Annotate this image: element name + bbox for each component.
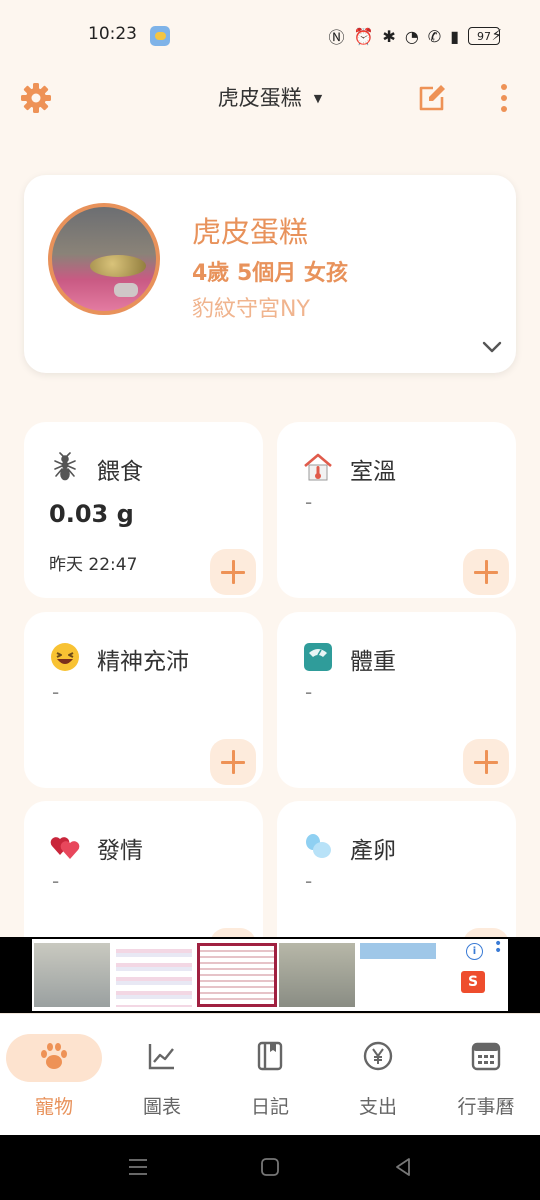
pet-selector-label: 虎皮蛋糕 bbox=[217, 86, 302, 110]
energetic-value: - bbox=[52, 680, 60, 704]
wifi-icon: ◔ bbox=[404, 26, 419, 46]
status-bar: 10:23 Ⓝ ⏰ ✱ ◔ ✆ ▮ 97 ⚡ bbox=[0, 0, 540, 70]
edit-icon[interactable] bbox=[416, 82, 448, 114]
pet-profile-card[interactable]: 虎皮蛋糕 4歲 5個月 女孩 豹紋守宮NY bbox=[24, 175, 516, 373]
ad-image bbox=[279, 943, 355, 1007]
charging-icon: ⚡ bbox=[491, 26, 502, 44]
estrus-value: - bbox=[52, 869, 60, 893]
ad-banner[interactable]: i • • S bbox=[0, 937, 540, 1013]
pet-selector[interactable]: 虎皮蛋糕 ▼ bbox=[0, 82, 540, 112]
ad-menu-icon[interactable]: • • bbox=[494, 937, 502, 958]
paw-icon bbox=[41, 1043, 67, 1069]
thermometer-house-icon bbox=[304, 453, 332, 481]
nav-charts-label: 圖表 bbox=[142, 1096, 181, 1118]
estrus-title: 發情 bbox=[97, 838, 143, 864]
egg-laying-title: 產卵 bbox=[350, 838, 396, 864]
status-time: 10:23 bbox=[88, 24, 137, 44]
more-options-icon[interactable] bbox=[494, 82, 514, 114]
eggs-icon bbox=[306, 834, 331, 858]
nav-calendar[interactable]: 行事曆 bbox=[432, 1030, 540, 1130]
ad-image bbox=[116, 943, 192, 1007]
ad-images[interactable] bbox=[32, 939, 508, 1011]
nav-pets-label: 寵物 bbox=[34, 1096, 73, 1118]
ad-image bbox=[34, 943, 110, 1007]
home-icon[interactable] bbox=[260, 1157, 280, 1177]
system-icons: Ⓝ ⏰ ✱ ◔ ✆ ▮ 97 bbox=[328, 24, 500, 48]
ad-info-icon[interactable]: i bbox=[466, 943, 483, 960]
add-energetic-button[interactable] bbox=[210, 739, 256, 785]
nfc-icon: Ⓝ bbox=[328, 28, 345, 47]
back-icon[interactable] bbox=[393, 1157, 413, 1177]
nav-diary[interactable]: 日記 bbox=[216, 1030, 324, 1130]
system-navigation-bar bbox=[0, 1135, 540, 1200]
feeding-title: 餵食 bbox=[97, 459, 143, 485]
room-temperature-card[interactable]: 室溫 - bbox=[277, 422, 516, 598]
add-weight-button[interactable] bbox=[463, 739, 509, 785]
room-temperature-value: - bbox=[305, 490, 313, 514]
nav-diary-label: 日記 bbox=[250, 1096, 289, 1118]
pet-avatar bbox=[48, 203, 160, 315]
happy-face-icon bbox=[51, 643, 79, 671]
weight-value: - bbox=[305, 680, 313, 704]
weather-icon bbox=[150, 26, 170, 46]
nav-charts[interactable]: 圖表 bbox=[108, 1030, 216, 1130]
add-feeding-button[interactable] bbox=[210, 549, 256, 595]
ad-image bbox=[197, 943, 277, 1007]
nav-calendar-label: 行事曆 bbox=[457, 1096, 515, 1118]
room-temperature-title: 室溫 bbox=[350, 459, 396, 485]
ad-image bbox=[360, 943, 436, 1007]
nav-expenses[interactable]: 支出 bbox=[324, 1030, 432, 1130]
avatar-photo bbox=[90, 255, 146, 277]
pet-name: 虎皮蛋糕 bbox=[192, 215, 309, 249]
shop-logo-icon: S bbox=[461, 971, 485, 993]
ant-icon bbox=[54, 452, 76, 481]
feeding-time: 昨天 22:47 bbox=[49, 555, 138, 575]
call-icon: ✆ bbox=[427, 26, 442, 46]
line-chart-icon bbox=[148, 1044, 174, 1070]
chevron-down-icon[interactable] bbox=[482, 341, 502, 353]
battery-level: 97 bbox=[477, 29, 491, 43]
energetic-title: 精神充沛 bbox=[97, 649, 189, 675]
recents-icon[interactable] bbox=[128, 1157, 148, 1177]
hearts-icon bbox=[50, 837, 80, 859]
nav-pets[interactable]: 寵物 bbox=[0, 1030, 108, 1130]
diary-icon bbox=[257, 1041, 283, 1071]
top-bar: 虎皮蛋糕 ▼ bbox=[0, 70, 540, 126]
nav-expenses-label: 支出 bbox=[358, 1096, 397, 1118]
pet-age-gender: 4歲 5個月 女孩 bbox=[192, 261, 348, 286]
feeding-value: 0.03 g bbox=[49, 500, 134, 528]
calendar-icon bbox=[471, 1042, 501, 1071]
signal-icon: ▮ bbox=[450, 26, 459, 46]
alarm-icon: ⏰ bbox=[353, 26, 374, 46]
weight-title: 體重 bbox=[350, 649, 396, 675]
weight-card[interactable]: 體重 - bbox=[277, 612, 516, 788]
avatar-photo-detail bbox=[114, 283, 138, 297]
egg-laying-value: - bbox=[305, 869, 313, 893]
energetic-card[interactable]: 精神充沛 - bbox=[24, 612, 263, 788]
feeding-card[interactable]: 餵食 0.03 g 昨天 22:47 bbox=[24, 422, 263, 598]
scale-icon bbox=[304, 643, 332, 671]
yen-icon bbox=[363, 1041, 393, 1071]
bottom-navigation: 寵物 圖表 日記 支出 行事曆 bbox=[0, 1013, 540, 1136]
pet-species: 豹紋守宮NY bbox=[192, 297, 310, 322]
add-room-temperature-button[interactable] bbox=[463, 549, 509, 595]
bluetooth-icon: ✱ bbox=[382, 26, 396, 46]
caret-down-icon: ▼ bbox=[313, 92, 323, 105]
